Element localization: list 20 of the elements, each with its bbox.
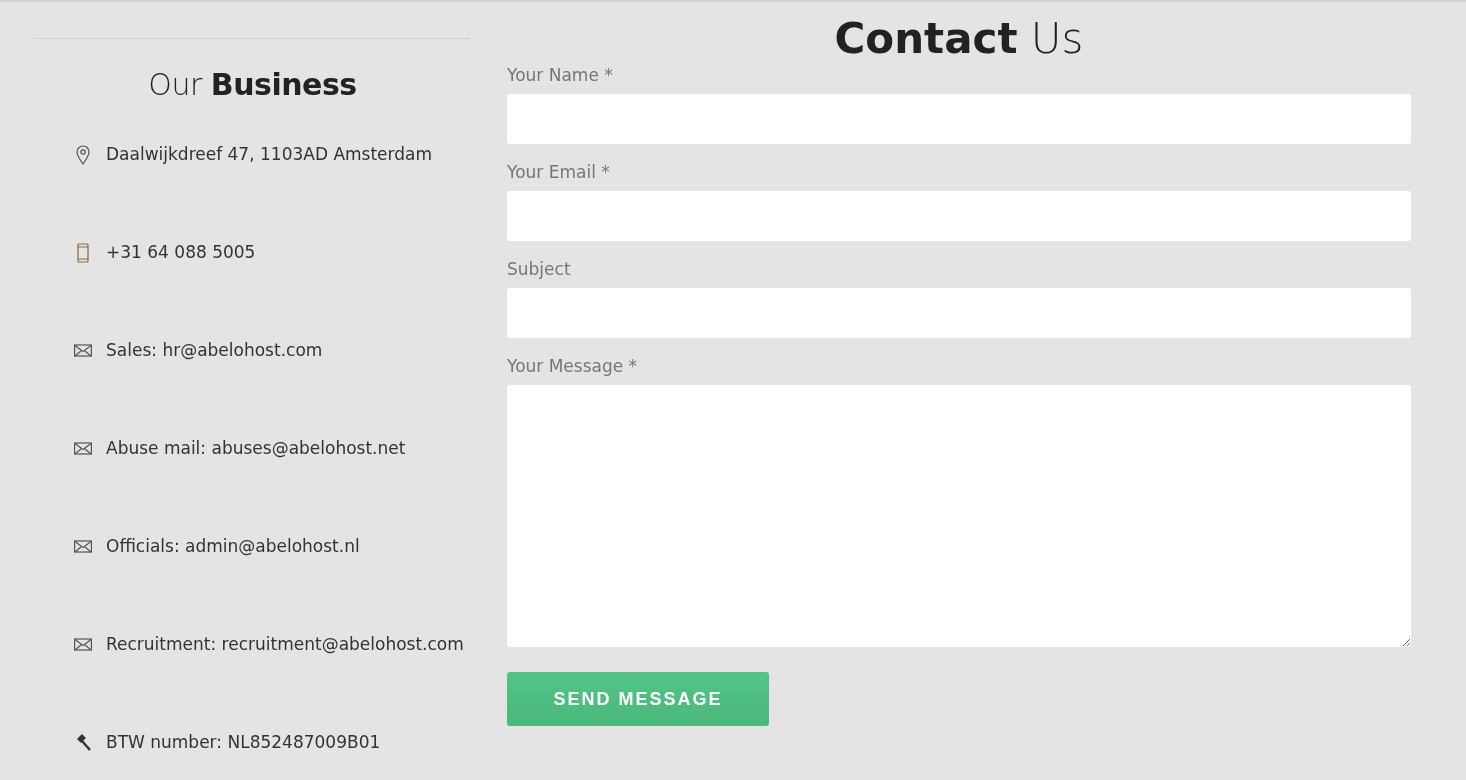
contact-detail: BTW number: NL852487009B01 [106,731,381,754]
contact-detail: Recruitment: recruitment@abelohost.com [106,633,464,656]
contact-detail: Abuse mail: abuses@abelohost.net [106,437,406,460]
field-label: Your Email * [507,161,611,183]
field-label: Your Name * [507,64,614,86]
page-heading: Contact Us [833,14,1085,64]
contact-detail: Officials: admin@abelohost.nl [106,535,360,558]
contact-detail: +31 64 088 5005 [106,241,256,264]
contact-detail: Daalwijkdreef 47, 1103AD Amsterdam [106,143,432,166]
input-field[interactable] [507,94,1411,144]
message-field[interactable] [507,385,1411,647]
contact-detail: Sales: hr@abelohost.com [106,339,323,362]
section-heading: Our Business [147,67,358,102]
field-label: Subject [507,258,572,280]
location-pin-icon [74,144,92,166]
send-button[interactable]: SEND MESSAGE [507,672,769,726]
input-field[interactable] [507,288,1411,338]
mobile-phone-icon [74,242,92,264]
input-field[interactable] [507,191,1411,241]
field-label: Your Message * [507,355,639,377]
